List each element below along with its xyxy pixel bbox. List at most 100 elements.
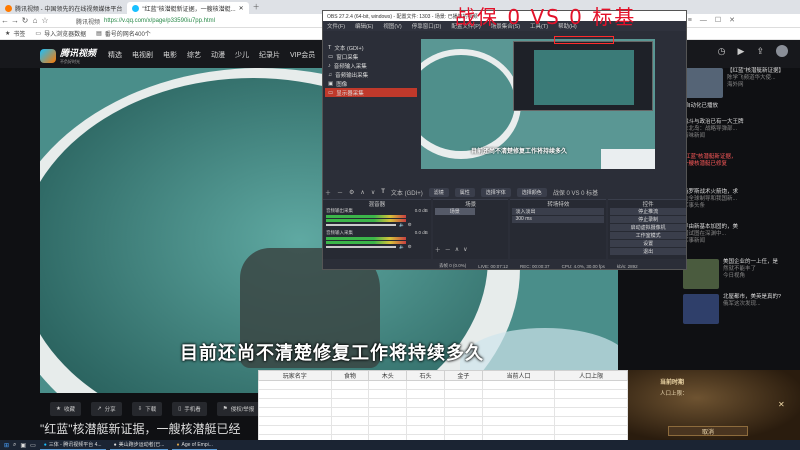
properties-button[interactable]: 属性 [454,187,475,197]
obs-source-item[interactable]: ♪ 音频输入采集 [325,61,417,70]
remove-source-icon[interactable]: － [337,188,343,197]
bookmark-item[interactable]: ★ 书签 [0,29,30,38]
maximize-window-icon[interactable]: ☐ [715,16,721,24]
obs-menu-item[interactable]: 视图(V) [383,22,401,30]
gear-icon[interactable]: ⚙ [408,222,412,228]
windows-start-icon[interactable]: ⊞ [0,442,9,449]
table-cell[interactable] [481,416,556,426]
remove-scene-icon[interactable]: － [445,245,451,254]
table-cell[interactable] [554,389,628,399]
table-cell[interactable] [330,380,370,390]
nav-item[interactable]: 少儿 [235,50,249,60]
list-item[interactable]: 北屋都市，美英是真的? 俄军这次发现... [683,294,791,327]
upload-icon[interactable]: ⇪ [756,46,764,57]
list-item[interactable]: 自动化已播放 [683,103,791,117]
close-tab-icon[interactable]: ✕ [239,5,244,12]
table-cell[interactable] [406,389,445,399]
source-settings-icon[interactable]: ⚙ [349,189,354,196]
list-item[interactable]: 美国企业的一上任，是 然就不能丰了 今日视角 [683,259,791,292]
list-item[interactable]: 俄罗斯战术火箭炮，求 助全球制导和我国新... 军事头条 [683,189,791,222]
table-cell[interactable] [443,416,483,426]
table-cell[interactable] [258,398,332,408]
nav-item[interactable]: 电视剧 [132,50,153,60]
avatar[interactable] [776,45,788,57]
back-icon[interactable]: ← [0,16,10,25]
favorite-button[interactable]: ★ 收藏 [50,402,81,416]
table-cell[interactable] [330,398,370,408]
search-icon[interactable]: ⌕ [13,442,16,449]
obs-menu-item[interactable]: 编辑(E) [355,22,373,30]
table-cell[interactable] [554,425,628,435]
table-cell[interactable] [258,425,332,435]
browser-tab-active[interactable]: "红蓝"核潜艇新证据，一艘核潜艇... ✕ [127,2,249,14]
list-item[interactable]: 洋由新基本加固的，美 国试图在深渊中... 军事新闻 [683,224,791,257]
settings-button[interactable]: 设置 [610,240,686,247]
table-cell[interactable] [368,389,408,399]
file-explorer-icon[interactable]: ▭ [30,442,36,449]
share-button[interactable]: ↗ 分享 [90,402,122,416]
new-tab-icon[interactable]: ＋ [249,2,260,12]
table-cell[interactable] [258,407,332,417]
table-cell[interactable] [443,389,483,399]
virtual-camera-button[interactable]: 启动虚拟摄像机 [610,224,686,231]
gear-icon[interactable]: ⚙ [408,244,412,250]
table-cell[interactable] [330,407,370,417]
filters-button[interactable]: 滤镜 [428,187,449,197]
studio-mode-button[interactable]: 工作室模式 [610,232,686,239]
table-cell[interactable] [258,416,332,426]
minimize-window-icon[interactable]: — [700,17,707,24]
column-header[interactable]: 当前人口 [481,370,556,381]
nav-item[interactable]: VIP会员 [290,50,315,60]
column-header[interactable]: 玩家名字 [258,370,332,381]
menu-icon[interactable]: ≡ [688,17,692,24]
select-font-button[interactable]: 选择字体 [480,187,511,197]
volume-slider[interactable] [326,224,396,226]
report-button[interactable]: ⚑ 侵权/举报 [216,402,261,416]
home-icon[interactable]: ⌂ [30,16,40,25]
obs-preview-canvas[interactable]: 目前还尚不清楚修复工作将持续多久 [421,39,655,169]
taskbar-item[interactable]: ● Age of Empi... [172,440,217,450]
table-cell[interactable] [481,407,556,417]
table-cell[interactable] [443,398,483,408]
table-cell[interactable] [554,416,628,426]
table-cell[interactable] [258,389,332,399]
list-item[interactable]: "红蓝"核潜艇新证据， 一艘核潜艇已修复 [683,154,791,187]
play-icon[interactable]: ▶ [738,46,745,57]
url-field[interactable]: 腾讯视频 https://v.qq.com/x/page/p33590iu7pp… [76,16,326,26]
site-logo[interactable]: 腾讯视频 不负好时光 [40,46,96,65]
table-cell[interactable] [554,380,628,390]
scene-item[interactable]: 场景 [434,208,475,215]
obs-source-item[interactable]: T 文本 (GDI+) [325,43,417,52]
star-icon[interactable]: ☆ [40,16,50,25]
table-cell[interactable] [368,407,408,417]
table-cell[interactable] [481,380,556,390]
table-cell[interactable] [330,425,370,435]
select-color-button[interactable]: 选择颜色 [516,187,547,197]
move-down-icon[interactable]: ∨ [463,246,467,253]
move-up-icon[interactable]: ∧ [360,189,364,196]
list-item[interactable]: 【红蓝"核潜艇新证据】 陈学飞频道华大使... 海外网 [683,68,791,101]
nav-item[interactable]: 纪录片 [259,50,280,60]
table-cell[interactable] [406,416,445,426]
forward-icon[interactable]: → [10,16,20,25]
mobile-watch-button[interactable]: ▯ 手机看 [172,402,207,416]
transition-duration[interactable]: 300 ms [512,216,605,223]
obs-source-item-selected[interactable]: ▭ 显示器采集 [325,88,417,97]
add-scene-icon[interactable]: ＋ [435,245,441,254]
table-cell[interactable] [481,398,556,408]
stop-recording-button[interactable]: 停止录制 [610,216,686,223]
exit-button[interactable]: 退出 [610,248,686,255]
column-header[interactable]: 石头 [406,370,445,381]
table-cell[interactable] [554,407,628,417]
table-cell[interactable] [443,407,483,417]
table-cell[interactable] [368,425,408,435]
column-header[interactable]: 人口上限 [554,370,628,381]
nav-item[interactable]: 综艺 [187,50,201,60]
table-cell[interactable] [330,389,370,399]
task-view-icon[interactable]: ▣ [20,442,26,449]
table-cell[interactable] [481,425,556,435]
table-cell[interactable] [443,425,483,435]
close-window-icon[interactable]: ✕ [729,16,735,24]
browser-tab[interactable]: 腾讯视频 - 中国领先的在线视频媒体平台 [0,2,127,14]
obs-menu-item[interactable]: 文件(F) [327,22,345,30]
